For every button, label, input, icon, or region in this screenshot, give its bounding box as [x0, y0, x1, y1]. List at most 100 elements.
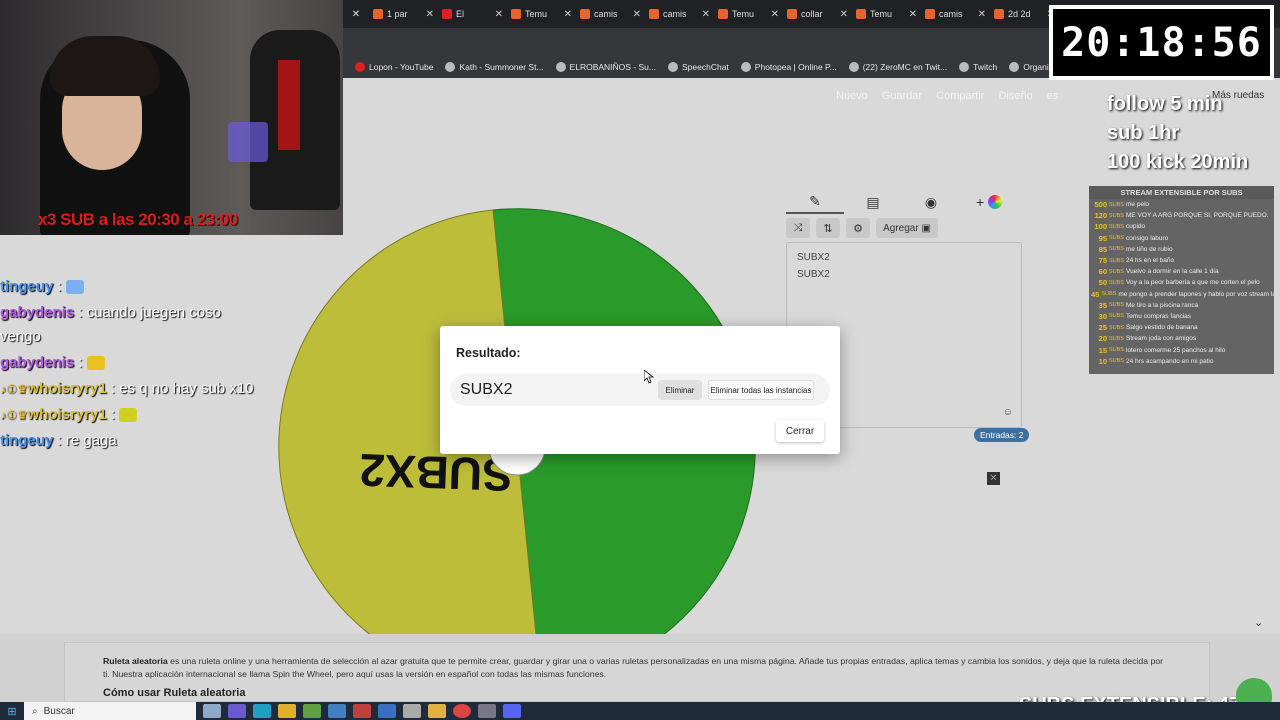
add-image-button[interactable]: Agregar ▣ — [876, 218, 938, 238]
bookmark-item[interactable]: Lopon - YouTube — [355, 62, 433, 72]
taskbar-search[interactable]: ⌕ Buscar — [24, 702, 196, 720]
close-icon[interactable]: ✕ — [426, 9, 434, 20]
subs-goal-row: 100 SUBS cupido — [1089, 221, 1274, 232]
temu-icon — [994, 9, 1004, 19]
search-icon: ⌕ — [32, 705, 38, 717]
emoji-icon[interactable]: ☺ — [1003, 404, 1013, 421]
subs-goal-count: 15 — [1098, 345, 1107, 355]
bookmark-item[interactable]: SpeechChat — [668, 62, 729, 72]
chat-overlay: tingeuy : gabydenis : cuando juegen coso… — [0, 275, 260, 455]
app-icon[interactable] — [303, 704, 321, 718]
tab-label: camis — [663, 9, 687, 19]
bookmark-icon — [1009, 62, 1020, 72]
app-icon[interactable] — [378, 704, 396, 718]
subs-goal-text: Stream joda con amigos — [1126, 335, 1197, 343]
delete-all-button[interactable]: Eliminar todas las instancias — [708, 380, 814, 400]
chat-separator: : — [74, 354, 87, 371]
app-icon[interactable] — [478, 704, 496, 718]
subs-unit: SUBS — [1109, 279, 1124, 286]
delete-button[interactable]: Eliminar — [658, 380, 702, 400]
subs-unit: SUBS — [1101, 291, 1117, 298]
info-heading: Cómo usar Ruleta aleatoria — [103, 687, 246, 699]
subs-goal-row: 500 SUBS me pelo — [1089, 199, 1274, 210]
windows-start-icon[interactable]: ⊞ — [0, 702, 24, 720]
close-icon[interactable]: ✕ — [564, 9, 572, 20]
browser-tab[interactable]: camis ✕ — [645, 3, 714, 25]
youtube-icon — [442, 9, 452, 19]
chevron-down-icon[interactable]: ⌄ — [1254, 616, 1263, 629]
bookmark-label: Photopea | Online P... — [754, 62, 837, 72]
sort-button[interactable]: ⇅ — [816, 218, 840, 238]
chat-username: gabydenis — [0, 354, 75, 371]
bookmark-item[interactable]: (22) ZeroMC en Twit... — [848, 62, 947, 72]
design-button[interactable]: Diseño — [998, 90, 1032, 102]
app-icon[interactable] — [328, 704, 346, 718]
browser-tab[interactable]: El ✕ — [438, 3, 507, 25]
browser-tab[interactable]: Temu ✕ — [714, 3, 783, 25]
subs-unit: SUBS — [1109, 212, 1124, 219]
chat-badges: ♪①♛ — [0, 408, 28, 422]
close-button[interactable]: Cerrar — [776, 420, 824, 442]
subs-goal-count: 30 — [1098, 311, 1107, 321]
subs-goal-text: Vuelvo a dormir en la calle 1 día — [1126, 268, 1219, 276]
language-selector[interactable]: es — [1047, 90, 1059, 102]
shuffle-button[interactable]: ⤨ — [786, 218, 810, 238]
browser-tab[interactable]: collar ✕ — [783, 3, 852, 25]
goal-line: sub 1hr — [1107, 122, 1180, 144]
add-wheel-button[interactable]: + — [960, 190, 1018, 214]
browser-tab[interactable]: Temu ✕ — [852, 3, 921, 25]
save-button[interactable]: Guardar — [882, 90, 922, 102]
browser-tab[interactable]: camis ✕ — [921, 3, 990, 25]
share-button[interactable]: Compartir — [936, 90, 984, 102]
bookmark-item[interactable]: ELROBANIÑOS - Su... — [555, 62, 656, 72]
app-icon[interactable] — [353, 704, 371, 718]
close-icon[interactable]: ✕ — [771, 9, 779, 20]
close-icon[interactable]: ✕ — [840, 9, 848, 20]
chrome-icon[interactable] — [453, 704, 471, 718]
temu-icon — [718, 9, 728, 19]
browser-tab[interactable]: camis ✕ — [576, 3, 645, 25]
bookmark-item[interactable]: Kạth - Summoner St... — [445, 62, 544, 72]
temu-icon — [580, 9, 590, 19]
subs-goal-row: 60 SUBS Vuelvo a dormir en la calle 1 día — [1089, 266, 1274, 277]
close-icon[interactable]: ✕ — [978, 9, 986, 20]
bookmark-item[interactable]: Photopea | Online P... — [740, 62, 837, 72]
subs-goal-count: 75 — [1098, 256, 1107, 266]
browser-tab[interactable]: 1 par ✕ — [369, 3, 438, 25]
close-icon[interactable]: ✕ — [702, 9, 710, 20]
edge-icon[interactable] — [253, 704, 271, 718]
color-wheel-icon — [988, 195, 1003, 209]
result-dialog: Resultado: SUBX2 Eliminar Eliminar todas… — [440, 326, 840, 454]
folder-icon[interactable] — [428, 704, 446, 718]
plus-icon: + — [975, 194, 985, 210]
chat-text: re gaga — [65, 432, 117, 449]
new-button[interactable]: Nuevo — [836, 90, 868, 102]
subs-goal-row: 25 SUBS Salgo vestido de banana — [1089, 322, 1274, 333]
tab-hidden[interactable]: ◉ — [902, 190, 960, 214]
discord-icon[interactable] — [503, 704, 521, 718]
bookmark-item[interactable]: Twitch — [959, 62, 997, 72]
task-view-icon[interactable] — [203, 704, 221, 718]
app-icon[interactable] — [403, 704, 421, 718]
tab-results[interactable]: ▤ — [844, 190, 902, 214]
app-icon[interactable] — [228, 704, 246, 718]
stream-clock: 20:18:56 — [1049, 5, 1274, 80]
info-section: Ruleta aleatoria es una ruleta online y … — [0, 634, 1280, 702]
subs-unit: SUBS — [1109, 335, 1124, 342]
emote-icon — [86, 356, 105, 371]
chat-text: es q no hay sub x10 — [119, 380, 254, 397]
browser-tab[interactable]: Temu ✕ — [507, 3, 576, 25]
close-icon[interactable]: ✕ — [495, 9, 503, 20]
settings-button[interactable]: ⚙ — [846, 218, 870, 238]
entry-line: SUBX2 — [797, 269, 830, 280]
temu-icon — [856, 9, 866, 19]
pencil-icon: ✎ — [809, 192, 821, 209]
close-icon[interactable]: ✕ — [633, 9, 641, 20]
close-icon[interactable]: ✕ — [343, 9, 369, 20]
tab-edit[interactable]: ✎ — [786, 190, 844, 214]
files-icon[interactable] — [278, 704, 296, 718]
close-icon[interactable]: ✕ — [909, 9, 917, 20]
search-placeholder: Buscar — [43, 705, 75, 717]
close-icon[interactable]: ✕ — [987, 472, 1000, 485]
taskbar: ⊞ ⌕ Buscar — [0, 702, 1280, 720]
